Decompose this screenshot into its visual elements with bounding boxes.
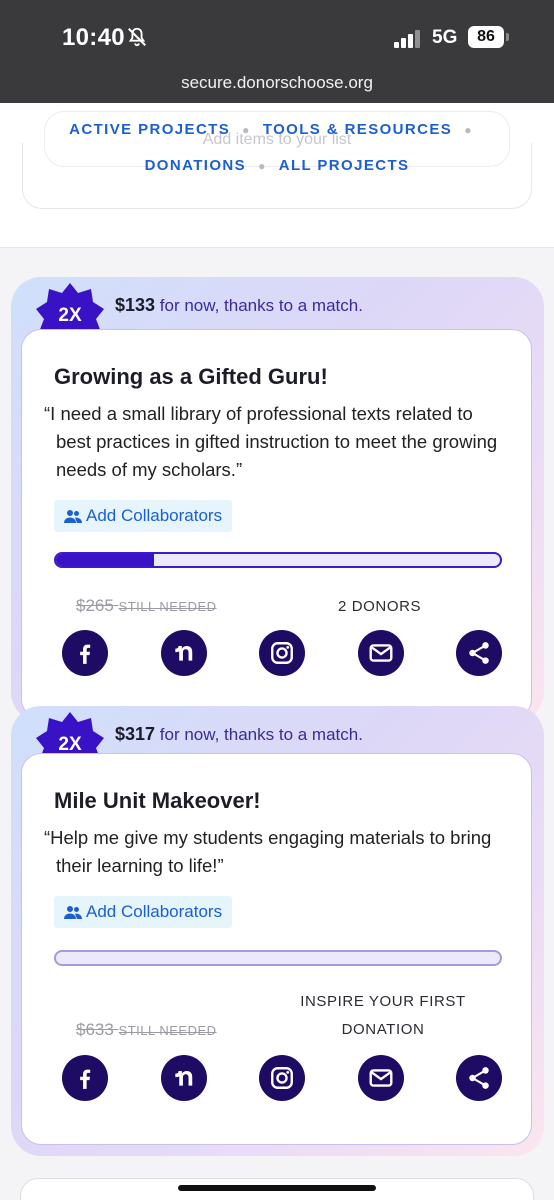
project-quote: “I need a small library of professional … (44, 403, 498, 480)
match-label: for now, thanks to a match. (159, 296, 363, 315)
nav-row-1: ACTIVE PROJECTS ● TOOLS & RESOURCES ● (0, 121, 554, 138)
project-nav: Add items to your list ACTIVE PROJECTS ●… (0, 103, 554, 248)
nav-separator: ● (258, 158, 267, 173)
nav-separator: ● (242, 122, 251, 137)
email-icon[interactable] (357, 630, 404, 676)
facebook-icon[interactable] (62, 1055, 108, 1101)
people-icon (64, 906, 82, 919)
still-needed: $265 STILL NEEDED (76, 596, 217, 615)
project-title[interactable]: Mile Unit Makeover! (54, 788, 261, 814)
nav-all-projects[interactable]: ALL PROJECTS (279, 157, 410, 174)
instagram-icon[interactable] (259, 1055, 305, 1101)
add-collaborators-button[interactable]: Add Collaborators (54, 896, 233, 928)
match-amount: $133 (115, 295, 156, 315)
browser-chrome: 10:40 5G 86 secure.donorschoose.org (0, 0, 554, 103)
share-icon[interactable] (456, 1055, 502, 1101)
people-icon (64, 510, 82, 523)
nextdoor-icon[interactable] (160, 630, 207, 676)
url-bar[interactable]: secure.donorschoose.org (0, 73, 554, 93)
match-text: $317 for now, thanks to a match. (115, 724, 363, 745)
signal-icon (394, 30, 420, 48)
match-amount: $317 (115, 724, 156, 744)
project-quote: “Help me give my students engaging mater… (44, 827, 492, 876)
bell-muted-icon (128, 27, 146, 47)
still-needed: $633 STILL NEEDED (76, 1020, 217, 1039)
nav-row-2: DONATIONS ● ALL PROJECTS (0, 157, 554, 174)
facebook-icon[interactable] (62, 630, 108, 676)
progress-fill (56, 554, 154, 566)
project-title[interactable]: Growing as a Gifted Guru! (54, 364, 328, 390)
nav-donations[interactable]: DONATIONS (145, 157, 247, 174)
instagram-icon[interactable] (259, 630, 305, 676)
project-info-card: Mile Unit Makeover! “Help me give my stu… (21, 753, 532, 1145)
status-time: 10:40 (62, 24, 125, 51)
match-label: for now, thanks to a match. (159, 725, 363, 744)
progress-bar (54, 552, 502, 568)
donor-count: INSPIRE YOUR FIRST DONATION (300, 993, 466, 1038)
home-indicator (178, 1185, 376, 1191)
project-card-2: 2X $317 for now, thanks to a match. Mile… (11, 706, 544, 1156)
nextdoor-icon[interactable] (160, 1055, 207, 1101)
network-type: 5G (432, 27, 458, 48)
project-info-card: Growing as a Gifted Guru! “I need a smal… (21, 329, 532, 719)
share-row (62, 1055, 502, 1101)
nav-active-projects[interactable]: ACTIVE PROJECTS (69, 121, 230, 138)
nav-tools-resources[interactable]: TOOLS & RESOURCES (263, 121, 452, 138)
match-text: $133 for now, thanks to a match. (115, 295, 363, 316)
nav-separator: ● (464, 122, 473, 137)
battery-indicator: 86 (468, 26, 509, 48)
share-row (62, 630, 502, 676)
donor-count: 2 DONORS (338, 598, 422, 615)
add-collaborators-button[interactable]: Add Collaborators (54, 500, 233, 532)
share-icon[interactable] (456, 630, 502, 676)
email-icon[interactable] (357, 1055, 404, 1101)
progress-bar (54, 950, 502, 966)
project-card-1: 2X $133 for now, thanks to a match. Grow… (11, 277, 544, 722)
